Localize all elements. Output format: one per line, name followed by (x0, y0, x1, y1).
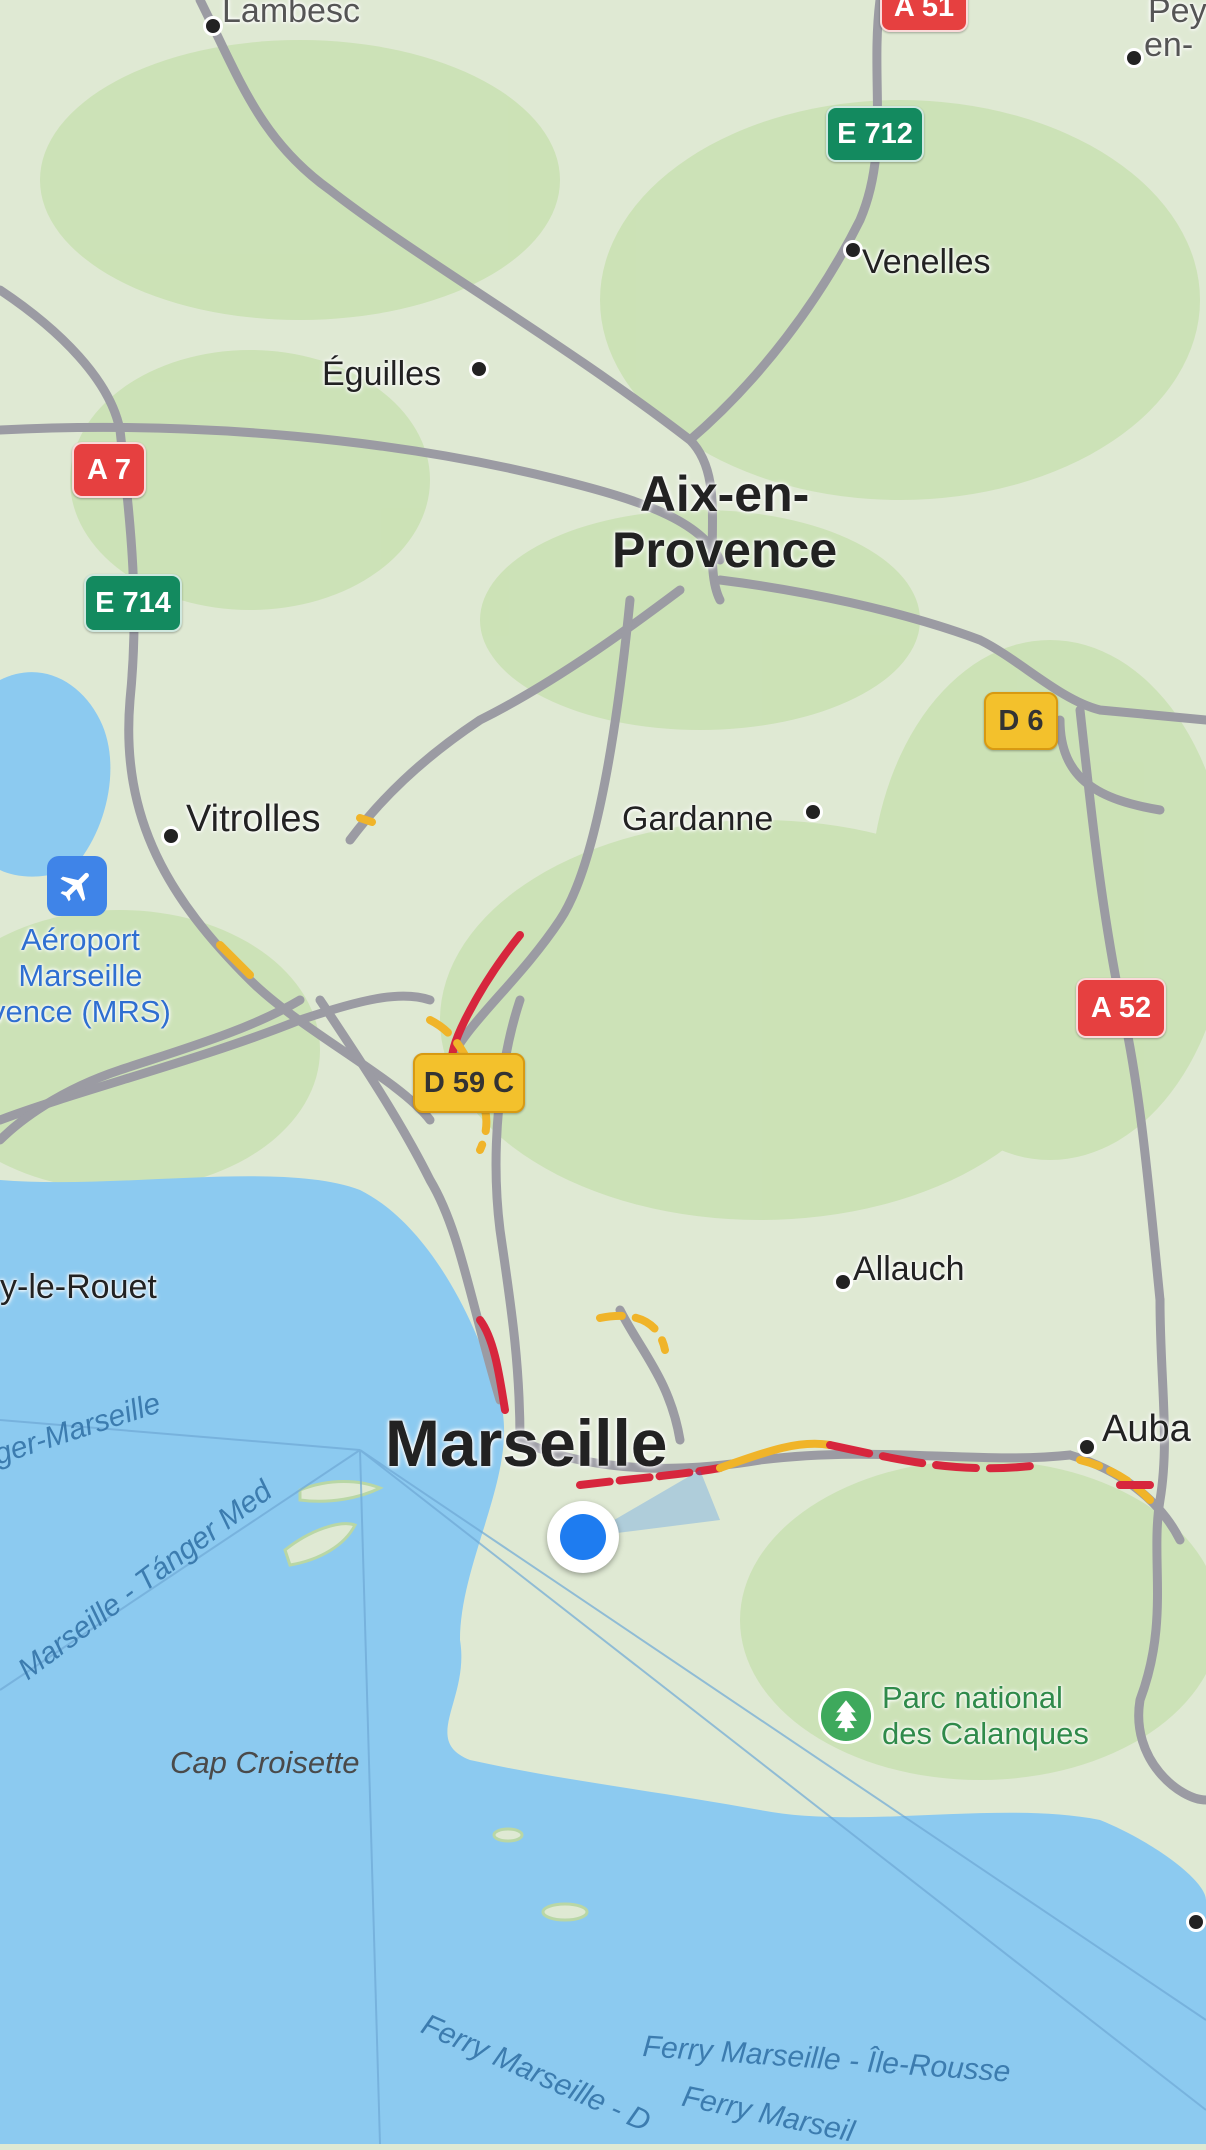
place-dot-eguilles (469, 359, 489, 379)
place-venelles: Venelles (862, 243, 991, 281)
user-location-marker[interactable] (547, 1501, 619, 1573)
place-dot-venelles (843, 240, 863, 260)
shield-d59c: D 59 C (413, 1053, 525, 1113)
place-dot-vitrolles (161, 826, 181, 846)
place-dot-aubagne (1077, 1437, 1097, 1457)
user-location-dot (560, 1514, 606, 1560)
place-peyrolles-2: en- (1144, 26, 1194, 64)
place-aubagne: Auba (1102, 1408, 1191, 1450)
place-dot-peyrolles (1124, 48, 1144, 68)
shield-a52: A 52 (1076, 978, 1166, 1038)
poi-airport-marseille[interactable]: Aéroport Marseille vence (MRS) (0, 922, 171, 1030)
place-gardanne: Gardanne (622, 800, 774, 838)
place-dot-lambesc (203, 16, 223, 36)
place-carry-le-rouet: y-le-Rouet (0, 1268, 157, 1306)
place-dot-allauch (833, 1272, 853, 1292)
place-dot-gardanne (803, 802, 823, 822)
airport-icon[interactable] (47, 856, 107, 916)
map-canvas[interactable] (0, 0, 1206, 2144)
shield-d6: D 6 (984, 692, 1058, 750)
place-aix-en-provence: Aix-en- Provence (612, 466, 838, 578)
shield-e714: E 714 (84, 574, 182, 632)
place-marseille: Marseille (385, 1406, 668, 1480)
shield-e712: E 712 (826, 106, 924, 162)
place-lambesc: Lambesc (222, 0, 360, 30)
shield-a7: A 7 (72, 442, 146, 498)
shield-a51: A 51 (880, 0, 968, 32)
place-dot-cassis (1186, 1912, 1206, 1932)
place-allauch: Allauch (853, 1250, 965, 1288)
place-cap-croisette: Cap Croisette (170, 1745, 360, 1780)
poi-parc-calanques[interactable]: Parc national des Calanques (882, 1680, 1089, 1752)
place-vitrolles: Vitrolles (186, 798, 321, 840)
place-eguilles: Éguilles (322, 355, 442, 393)
park-icon[interactable] (818, 1688, 874, 1744)
